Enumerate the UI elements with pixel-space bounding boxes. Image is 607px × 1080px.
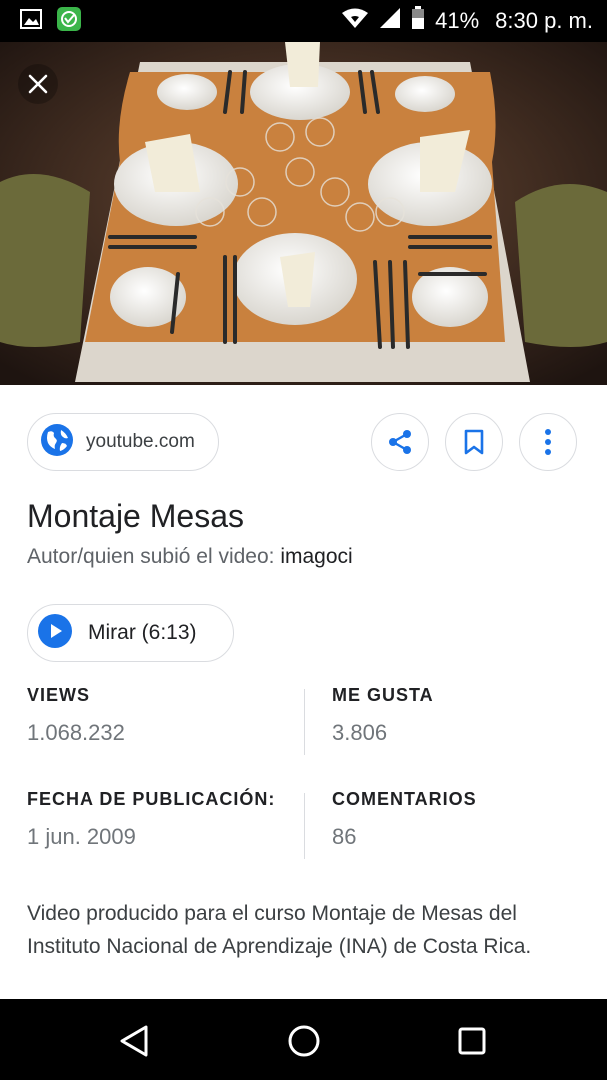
bookmark-icon [464, 429, 484, 455]
home-button[interactable] [284, 1021, 324, 1061]
likes-label: ME GUSTA [332, 685, 434, 705]
author-name[interactable]: imagoci [280, 545, 352, 568]
wifi-icon [341, 7, 369, 35]
stats-divider [304, 689, 305, 755]
watch-button[interactable]: Mirar (6:13) [27, 604, 234, 662]
status-bar: 41% 8:30 p. m. [0, 0, 607, 42]
more-options-button[interactable] [519, 413, 577, 471]
close-button[interactable] [18, 64, 58, 104]
date-label: FECHA DE PUBLICACIÓN: [27, 789, 276, 809]
battery-icon [411, 6, 425, 36]
battery-percent: 41% [435, 8, 480, 33]
source-domain: youtube.com [86, 431, 195, 452]
recents-button[interactable] [452, 1021, 492, 1061]
share-icon [389, 430, 411, 454]
video-author: Autor/quien subió el video: imagoci [27, 545, 353, 569]
recents-square-icon [458, 1027, 486, 1055]
table-setting-image [0, 42, 607, 385]
hero-image[interactable] [0, 42, 607, 385]
comments-label: COMENTARIOS [332, 789, 477, 809]
source-chip[interactable]: youtube.com [27, 413, 219, 471]
video-description: Video producido para el curso Montaje de… [27, 902, 532, 958]
back-button[interactable] [114, 1021, 154, 1061]
close-icon [28, 74, 48, 94]
likes-value: 3.806 [332, 720, 388, 745]
bookmark-button[interactable] [445, 413, 503, 471]
stats-divider [304, 793, 305, 859]
more-vert-icon [545, 429, 551, 455]
video-title: Montaje Mesas [27, 498, 244, 534]
date-value: 1 jun. 2009 [27, 824, 136, 849]
stat-comments: COMENTARIOS 86 [332, 789, 582, 850]
stat-views: VIEWS 1.068.232 [27, 685, 277, 746]
views-value: 1.068.232 [27, 720, 125, 745]
app-notification-icon [56, 6, 82, 37]
stat-likes: ME GUSTA 3.806 [332, 685, 582, 746]
source-row: youtube.com [27, 413, 580, 475]
author-prefix: Autor/quien subió el video: [27, 545, 281, 568]
back-triangle-icon [120, 1025, 148, 1057]
video-info-panel: youtube.com Montaje Mesas Autor/quien su… [0, 385, 607, 1000]
home-circle-icon [288, 1025, 320, 1057]
watch-label: Mirar (6:13) [88, 621, 197, 644]
gallery-notification-icon [20, 8, 42, 34]
views-label: VIEWS [27, 685, 91, 705]
clock: 8:30 p. m. [495, 8, 593, 33]
globe-icon [40, 423, 74, 462]
play-icon [38, 613, 72, 653]
share-button[interactable] [371, 413, 429, 471]
comments-value: 86 [332, 824, 357, 849]
stat-date: FECHA DE PUBLICACIÓN: 1 jun. 2009 [27, 789, 302, 850]
navigation-bar [0, 999, 607, 1080]
signal-icon [379, 7, 401, 35]
